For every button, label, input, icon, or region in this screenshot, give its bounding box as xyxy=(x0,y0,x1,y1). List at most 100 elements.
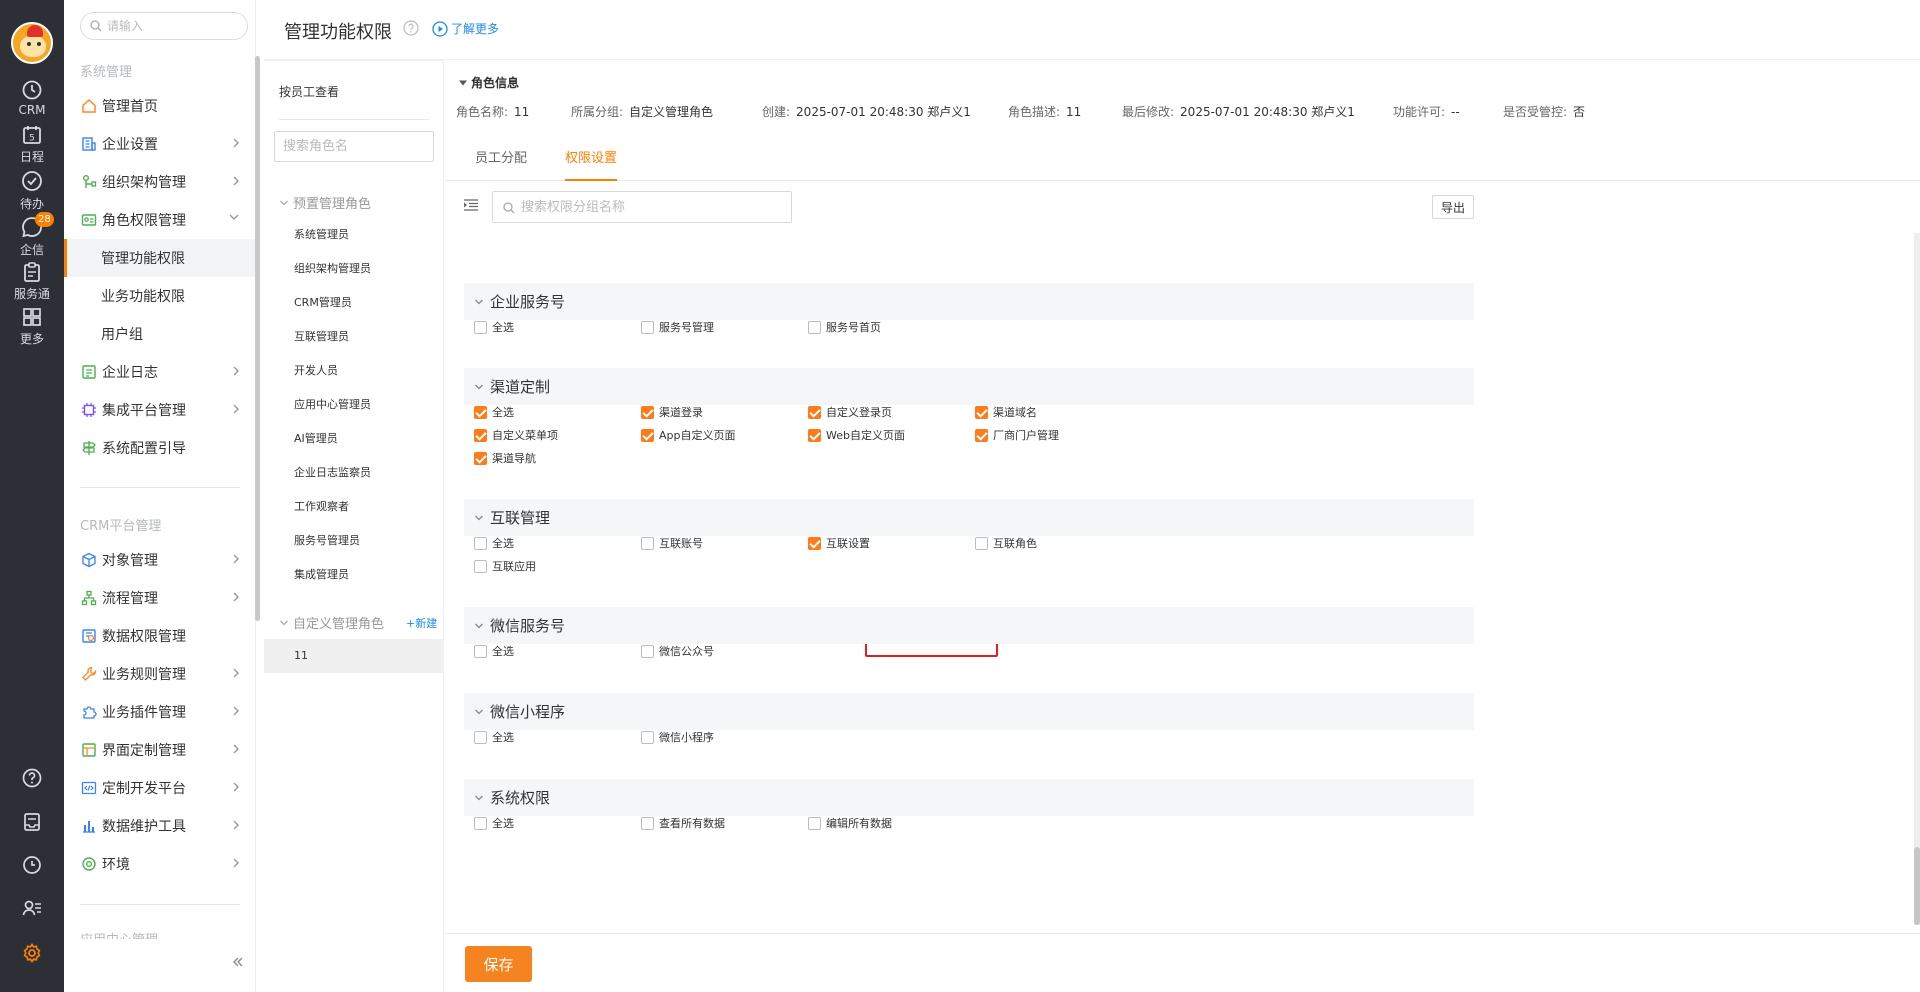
help-rail-button[interactable] xyxy=(0,768,64,792)
checkbox-unchecked[interactable] xyxy=(474,559,487,573)
nav-item-admin-permission[interactable]: 管理功能权限 xyxy=(64,239,256,277)
nav-item-ui-customization[interactable]: 界面定制管理 xyxy=(64,731,256,769)
content-scrollbar[interactable] xyxy=(1914,233,1920,925)
nav-item-data-permission[interactable]: 数据权限管理 xyxy=(64,617,256,655)
permission-checkbox[interactable]: 全选 xyxy=(474,643,514,659)
role-search[interactable] xyxy=(274,131,434,162)
permission-checkbox[interactable]: 渠道域名 xyxy=(975,404,1037,420)
role-item[interactable]: 集成管理员 xyxy=(264,558,444,592)
scrollbar-thumb[interactable] xyxy=(1914,847,1920,925)
permission-group-header[interactable]: 系统权限 xyxy=(464,779,1474,816)
export-button[interactable]: 导出 xyxy=(1432,195,1474,219)
nav-item-user-group[interactable]: 用户组 xyxy=(64,315,256,353)
custom-group-header[interactable]: 自定义管理角色 xyxy=(279,613,384,632)
view-by-employee-link[interactable]: 按员工查看 xyxy=(279,83,339,100)
expand-collapse-button[interactable] xyxy=(464,199,478,215)
checkbox-unchecked[interactable] xyxy=(474,730,487,744)
checkbox-unchecked[interactable] xyxy=(808,816,821,830)
contacts-rail-button[interactable] xyxy=(0,898,64,922)
permission-checkbox[interactable]: Web自定义页面 xyxy=(808,427,905,443)
permission-group-header[interactable]: 微信小程序 xyxy=(464,693,1474,730)
permission-group-header[interactable]: 企业服务号 xyxy=(464,283,1474,320)
role-item[interactable]: CRM管理员 xyxy=(264,286,444,320)
inbox-rail-button[interactable] xyxy=(0,812,64,836)
permission-checkbox[interactable]: 互联应用 xyxy=(474,558,536,574)
user-avatar[interactable] xyxy=(11,22,53,64)
permission-checkbox[interactable]: 全选 xyxy=(474,319,514,335)
nav-item-business-permission[interactable]: 业务功能权限 xyxy=(64,277,256,315)
nav-item-system-config-guide[interactable]: 系统配置引导 xyxy=(64,429,256,467)
nav-item-custom-dev-platform[interactable]: 定制开发平台 xyxy=(64,769,256,807)
checkbox-unchecked[interactable] xyxy=(641,644,654,658)
permission-checkbox[interactable]: App自定义页面 xyxy=(641,427,736,443)
nav-item-enterprise-settings[interactable]: 企业设置 xyxy=(64,125,256,163)
role-item[interactable]: 工作观察者 xyxy=(264,490,444,524)
checkbox-checked[interactable] xyxy=(474,428,487,442)
learn-more-link[interactable]: 了解更多 xyxy=(432,20,499,37)
new-role-link[interactable]: +新建 xyxy=(406,615,437,631)
tab-employee-assignment[interactable]: 员工分配 xyxy=(475,139,527,181)
nav-item-role-permission[interactable]: 角色权限管理 xyxy=(64,201,256,239)
checkbox-checked[interactable] xyxy=(641,405,654,419)
preset-group-header[interactable]: 预置管理角色 xyxy=(279,193,371,212)
checkbox-unchecked[interactable] xyxy=(808,320,821,334)
checkbox-checked[interactable] xyxy=(474,451,487,465)
save-button[interactable]: 保存 xyxy=(465,946,532,982)
role-item[interactable]: 服务号管理员 xyxy=(264,524,444,558)
nav-item-data-maintenance[interactable]: 数据维护工具 xyxy=(64,807,256,845)
checkbox-checked[interactable] xyxy=(808,536,821,550)
permission-checkbox[interactable]: 互联账号 xyxy=(641,535,703,551)
permission-checkbox[interactable]: 查看所有数据 xyxy=(641,815,725,831)
nav-search-input[interactable] xyxy=(107,17,237,35)
permission-checkbox[interactable]: 厂商门户管理 xyxy=(975,427,1059,443)
checkbox-unchecked[interactable] xyxy=(474,816,487,830)
checkbox-unchecked[interactable] xyxy=(474,320,487,334)
permission-checkbox[interactable]: 全选 xyxy=(474,815,514,831)
rail-item-schedule[interactable]: 5 日程 xyxy=(0,125,64,165)
permission-search-input[interactable] xyxy=(521,198,781,216)
nav-item-flow-management[interactable]: 流程管理 xyxy=(64,579,256,617)
permission-checkbox[interactable]: 自定义登录页 xyxy=(808,404,892,420)
nav-scrollbar[interactable] xyxy=(255,56,260,621)
checkbox-checked[interactable] xyxy=(474,405,487,419)
permission-checkbox[interactable]: 自定义菜单项 xyxy=(474,427,558,443)
permission-checkbox[interactable]: 渠道登录 xyxy=(641,404,703,420)
checkbox-checked[interactable] xyxy=(641,428,654,442)
role-item-selected[interactable]: 11 xyxy=(264,639,444,673)
permission-checkbox[interactable]: 全选 xyxy=(474,535,514,551)
permission-checkbox[interactable]: 服务号管理 xyxy=(641,319,714,335)
nav-item-business-rules[interactable]: 业务规则管理 xyxy=(64,655,256,693)
nav-item-object-management[interactable]: 对象管理 xyxy=(64,541,256,579)
rail-item-todo[interactable]: 待办 xyxy=(0,170,64,212)
permission-checkbox[interactable]: 互联角色 xyxy=(975,535,1037,551)
tab-permission-settings[interactable]: 权限设置 xyxy=(565,139,618,181)
rail-item-crm[interactable]: CRM xyxy=(0,80,64,117)
collapse-nav-button[interactable] xyxy=(232,956,244,972)
nav-search[interactable] xyxy=(80,12,248,40)
permission-group-header[interactable]: 微信服务号 xyxy=(464,607,1474,644)
nav-item-integration-platform[interactable]: 集成平台管理 xyxy=(64,391,256,429)
page-help-button[interactable] xyxy=(403,20,419,40)
checkbox-unchecked[interactable] xyxy=(641,320,654,334)
checkbox-checked[interactable] xyxy=(975,428,988,442)
history-rail-button[interactable] xyxy=(0,855,64,879)
permission-checkbox[interactable]: 微信小程序 xyxy=(641,729,714,745)
permission-search[interactable] xyxy=(492,191,792,223)
nav-item-business-plugins[interactable]: 业务插件管理 xyxy=(64,693,256,731)
role-item[interactable]: 互联管理员 xyxy=(264,320,444,354)
role-item[interactable]: 应用中心管理员 xyxy=(264,388,444,422)
checkbox-unchecked[interactable] xyxy=(474,644,487,658)
role-item[interactable]: 系统管理员 xyxy=(264,218,444,252)
role-item[interactable]: 组织架构管理员 xyxy=(264,252,444,286)
nav-item-org-management[interactable]: 组织架构管理 xyxy=(64,163,256,201)
permission-checkbox[interactable]: 微信公众号 xyxy=(641,643,714,659)
permission-checkbox[interactable]: 全选 xyxy=(474,404,514,420)
permission-checkbox[interactable]: 互联设置 xyxy=(808,535,870,551)
permission-checkbox[interactable]: 渠道导航 xyxy=(474,450,536,466)
role-item[interactable]: AI管理员 xyxy=(264,422,444,456)
rail-item-more[interactable]: 更多 xyxy=(0,307,64,347)
rail-item-service[interactable]: 服务通 xyxy=(0,262,64,302)
nav-item-admin-home[interactable]: 管理首页 xyxy=(64,87,256,125)
checkbox-unchecked[interactable] xyxy=(641,536,654,550)
checkbox-unchecked[interactable] xyxy=(641,816,654,830)
